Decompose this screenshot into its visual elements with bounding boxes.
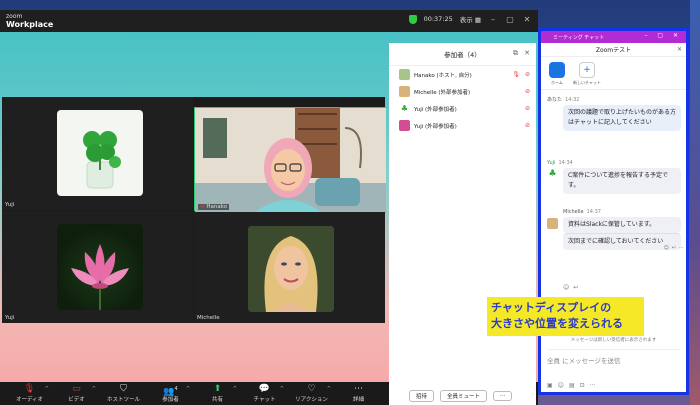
- reaction-icons[interactable]: ☺ ↩: [563, 284, 578, 291]
- close-icon[interactable]: ✕: [677, 46, 682, 53]
- input-tools[interactable]: ▣ ☺ ▤ ⊡ ···: [547, 382, 595, 389]
- chat-message: Michelle 14:37 資料はSlackに保管しています。 次回までに確認し…: [547, 209, 681, 250]
- mute-all-button[interactable]: 全員ミュート: [440, 390, 488, 402]
- emoji-icon: ☺: [663, 245, 669, 251]
- emoji-icon: ☺: [557, 382, 564, 389]
- microphone-muted-icon[interactable]: 🎙: [512, 71, 520, 78]
- more-options-button[interactable]: ···: [493, 391, 513, 401]
- more-icon: ⋯: [354, 384, 363, 394]
- video-off-icon[interactable]: ⊘: [525, 105, 530, 112]
- participant-row[interactable]: ♣ Yuji (外部参加者) ⊘: [389, 100, 536, 117]
- shield-icon[interactable]: [408, 14, 417, 24]
- participant-name: Yuji: [5, 202, 15, 208]
- clover-avatar: ♣: [547, 169, 558, 180]
- video-gallery: Yuji ⊘ Hanako Yuji Michelle: [2, 97, 386, 323]
- participant-row[interactable]: Hanako (ホスト, 自分) 🎙 ⊘: [389, 66, 536, 83]
- chevron-up-icon[interactable]: ^: [45, 386, 49, 392]
- home-button[interactable]: 👤 ホーム: [549, 62, 565, 86]
- michelle-profile-image: [248, 226, 334, 312]
- chat-title-bar: ミーティング チャット – ▢ ✕: [541, 31, 686, 43]
- popout-icon[interactable]: ⧉: [513, 49, 518, 58]
- participants-panel: 参加者（4） ⧉ ✕ Hanako (ホスト, 自分) 🎙 ⊘ Michelle…: [389, 43, 536, 405]
- emoji-icon: ☺: [563, 284, 570, 291]
- chat-message: あなた 14:32 次回の議題で取り上げたいものがある方はチャットに記入してくださ…: [547, 96, 681, 131]
- annotation-callout: チャットディスプレイの 大きさや位置を変えられる: [487, 297, 644, 336]
- clover-profile-image: [57, 110, 143, 196]
- participant-row[interactable]: Yuji (外部参加者) ⊘: [389, 117, 536, 134]
- reply-icon: ↩: [671, 245, 676, 251]
- chat-header: Zoomテスト: [595, 47, 632, 54]
- minimize-icon[interactable]: –: [488, 14, 498, 24]
- maximize-icon[interactable]: ▢: [505, 14, 515, 24]
- reply-icon: ↩: [573, 284, 579, 291]
- more-icon: ···: [589, 382, 596, 389]
- clover-avatar: ♣: [399, 103, 410, 114]
- meeting-timer: 00:37:25: [423, 15, 453, 23]
- lotus-avatar: [399, 120, 410, 131]
- view-button[interactable]: 表示 ▦: [460, 14, 481, 24]
- meeting-chat-window: ミーティング チャット – ▢ ✕ Zoomテスト ✕ 👤 ホーム + 新しいチ…: [538, 28, 689, 395]
- chevron-up-icon[interactable]: ^: [280, 386, 284, 392]
- screenshot-icon: ⊡: [579, 382, 585, 389]
- chevron-up-icon[interactable]: ^: [327, 386, 331, 392]
- people-icon: 👤: [549, 62, 565, 78]
- avatar-video: [195, 108, 386, 212]
- participant-name: Michelle: [197, 315, 220, 321]
- panel-title: 参加者（4）: [444, 51, 481, 59]
- message-actions[interactable]: ☺ ↩ ⋯: [664, 245, 684, 251]
- attach-icon: ▤: [568, 382, 575, 389]
- chevron-up-icon[interactable]: ^: [233, 386, 237, 392]
- title-bar: zoom Workplace 00:37:25 表示 ▦ – ▢ ✕: [0, 10, 538, 32]
- new-chat-button[interactable]: + 新しいチャット: [573, 62, 601, 86]
- more-button[interactable]: ⋯ 詳細: [335, 382, 382, 403]
- camera-icon: ▣: [547, 382, 553, 389]
- close-icon[interactable]: ✕: [522, 14, 532, 24]
- avatar: [547, 218, 558, 229]
- audio-button[interactable]: 🎙 オーディオ ^: [6, 382, 53, 403]
- shield-icon: ⛉: [120, 384, 127, 394]
- chevron-up-icon[interactable]: ^: [186, 386, 190, 392]
- chat-input[interactable]: 全員 にメッセージを送信: [547, 349, 681, 383]
- desktop-background: [690, 0, 700, 405]
- video-off-icon[interactable]: ⊘: [525, 88, 530, 95]
- share-button[interactable]: ⬆ 共有 ^: [194, 382, 241, 403]
- video-button[interactable]: ▭ ビデオ ^: [53, 382, 100, 403]
- lotus-profile-image: [57, 224, 143, 310]
- video-off-icon[interactable]: ⊘: [525, 71, 530, 78]
- more-icon: ⋯: [679, 245, 684, 251]
- recipient-notice: メッセージは新しい受信者に表示されます: [570, 338, 657, 343]
- close-icon[interactable]: ✕: [524, 49, 530, 57]
- host-tools-button[interactable]: ⛉ ホストツール: [100, 382, 147, 403]
- avatar: [399, 86, 410, 97]
- participant-name: ⊘ Hanako: [198, 204, 230, 210]
- zoom-window: zoom Workplace 00:37:25 表示 ▦ – ▢ ✕ Yuji …: [0, 10, 538, 405]
- video-off-icon[interactable]: ⊘: [525, 122, 530, 129]
- plus-icon: +: [578, 62, 595, 78]
- window-controls[interactable]: – ▢ ✕: [644, 32, 682, 39]
- invite-button[interactable]: 招待: [409, 390, 435, 402]
- chevron-up-icon[interactable]: ^: [92, 386, 96, 392]
- participant-name: Yuji: [5, 315, 15, 321]
- zoom-logo: zoom Workplace: [6, 13, 54, 29]
- participant-row[interactable]: Michelle (外部参加者) ⊘: [389, 83, 536, 100]
- chat-message: ♣ Yuji 14:34 C案件について進捗を報告する予定です。: [547, 160, 681, 194]
- avatar: [399, 69, 410, 80]
- chat-button[interactable]: 💬 チャット ^: [241, 382, 288, 403]
- reactions-button[interactable]: ♡ リアクション ^: [288, 382, 335, 403]
- participants-button[interactable]: 👥4 参加者 ^: [147, 382, 194, 403]
